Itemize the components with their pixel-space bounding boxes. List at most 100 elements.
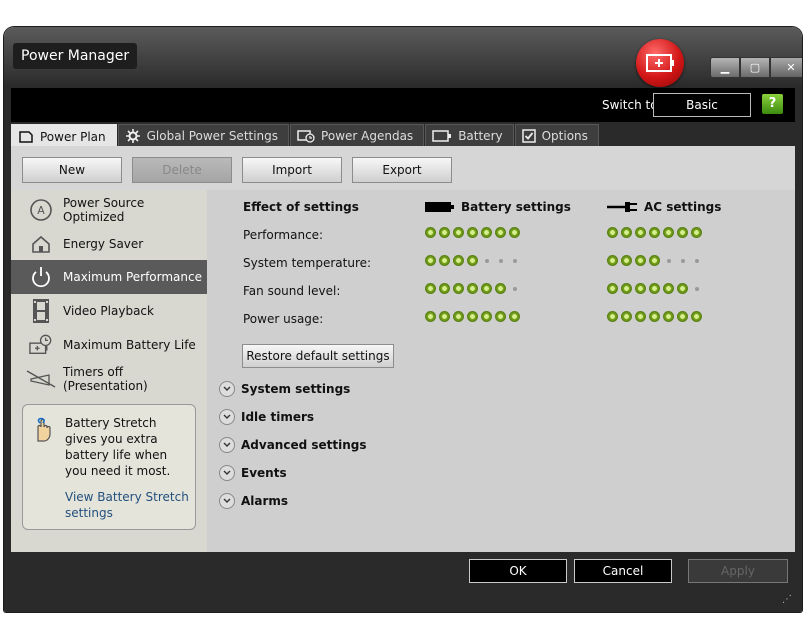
level-dot-filled: [481, 283, 492, 294]
level-dot-filled: [467, 283, 478, 294]
checkbox-icon: [521, 129, 536, 143]
plan-list: A Power Source Optimized Energy Saver Ma…: [11, 190, 207, 552]
ac-settings-header: AC settings: [607, 200, 721, 214]
level-dot-filled: [635, 227, 646, 238]
plan-label: Maximum Performance: [63, 270, 202, 284]
film-icon: [29, 299, 53, 323]
level-dot-filled: [495, 283, 506, 294]
resize-grip-icon[interactable]: ⋰: [782, 594, 792, 605]
level-dot-filled: [635, 283, 646, 294]
import-button[interactable]: Import: [242, 157, 342, 183]
plug-icon: [607, 202, 637, 212]
level-dot-filled: [663, 227, 674, 238]
level-dot-filled: [663, 311, 674, 322]
level-dot-filled: [439, 255, 450, 266]
level-dot-empty: [681, 258, 685, 263]
level-dot-filled: [509, 227, 520, 238]
battery-clock-icon: [29, 333, 53, 357]
performance-ac-meter: [607, 227, 705, 238]
section-events[interactable]: Events: [219, 463, 287, 483]
tab-power-agendas[interactable]: Power Agendas: [290, 124, 425, 147]
ac-settings-label: AC settings: [644, 200, 722, 214]
level-dot-filled: [453, 283, 464, 294]
section-alarms[interactable]: Alarms: [219, 491, 288, 511]
house-icon: [29, 232, 53, 256]
section-label: Events: [241, 466, 287, 480]
level-dot-empty: [667, 258, 671, 263]
apply-button[interactable]: Apply: [688, 559, 788, 583]
ok-button[interactable]: OK: [469, 559, 567, 583]
chevron-down-icon: [219, 493, 235, 509]
plan-item-timers-off[interactable]: Timers off (Presentation): [11, 362, 207, 396]
level-dot-filled: [635, 255, 646, 266]
section-label: Idle timers: [241, 410, 315, 424]
delete-button[interactable]: Delete: [132, 157, 232, 183]
tab-global-power-settings[interactable]: Global Power Settings: [117, 124, 290, 147]
level-dot-filled: [621, 255, 632, 266]
section-system-settings[interactable]: System settings: [219, 379, 350, 399]
window-controls: ▁ ▢ ✕: [710, 57, 802, 78]
plan-label: Video Playback: [63, 304, 154, 318]
level-dot-filled: [495, 311, 506, 322]
gear-icon: [125, 129, 140, 143]
plan-label: Maximum Battery Life: [63, 338, 196, 352]
level-dot-filled: [467, 255, 478, 266]
level-dot-filled: [607, 283, 618, 294]
plan-item-power-source-optimized[interactable]: A Power Source Optimized: [11, 193, 207, 227]
level-dot-filled: [509, 311, 520, 322]
tab-battery[interactable]: Battery: [425, 124, 514, 147]
level-dot-filled: [649, 255, 660, 266]
level-dot-filled: [677, 283, 688, 294]
tab-label: Options: [541, 129, 588, 143]
level-dot-filled: [453, 227, 464, 238]
minimize-button[interactable]: ▁: [710, 57, 740, 78]
battery-stretch-tip: Battery Stretch gives you extra battery …: [22, 404, 196, 530]
agenda-icon: [297, 130, 315, 143]
battery-stretch-link[interactable]: View Battery Stretch settings: [65, 489, 189, 521]
battery-plus-badge-icon: [636, 39, 684, 87]
level-dot-filled: [439, 227, 450, 238]
timer-off-icon: [25, 367, 57, 391]
chevron-down-icon: [219, 409, 235, 425]
plan-item-energy-saver[interactable]: Energy Saver: [11, 227, 207, 261]
tab-label: Power Agendas: [321, 129, 414, 143]
level-dot-empty: [695, 258, 699, 263]
level-dot-filled: [481, 311, 492, 322]
chevron-down-icon: [219, 437, 235, 453]
export-button[interactable]: Export: [352, 157, 452, 183]
level-dot-filled: [621, 283, 632, 294]
level-dot-empty: [485, 258, 489, 263]
performance-battery-meter: [425, 227, 523, 238]
section-advanced-settings[interactable]: Advanced settings: [219, 435, 367, 455]
level-dot-filled: [453, 311, 464, 322]
new-button[interactable]: New: [22, 157, 122, 183]
level-dot-filled: [439, 283, 450, 294]
level-dot-filled: [649, 311, 660, 322]
temperature-battery-meter: [425, 255, 523, 266]
section-idle-timers[interactable]: Idle timers: [219, 407, 314, 427]
level-dot-filled: [677, 227, 688, 238]
effect-header: Effect of settings: [243, 200, 359, 214]
maximize-button[interactable]: ▢: [740, 57, 770, 78]
level-dot-filled: [677, 311, 688, 322]
close-button[interactable]: ✕: [770, 57, 802, 78]
plan-item-maximum-performance[interactable]: Maximum Performance: [11, 260, 207, 294]
switch-basic-button[interactable]: Basic: [653, 93, 751, 117]
power-usage-ac-meter: [607, 311, 705, 322]
finger-string-icon: [31, 415, 57, 446]
restore-defaults-button[interactable]: Restore default settings: [242, 344, 394, 368]
level-dot-filled: [467, 227, 478, 238]
tab-options[interactable]: Options: [514, 124, 599, 147]
plan-item-maximum-battery-life[interactable]: Maximum Battery Life: [11, 328, 207, 362]
level-dot-filled: [467, 311, 478, 322]
plan-label: Energy Saver: [63, 237, 144, 251]
help-icon[interactable]: ?: [762, 94, 783, 114]
cancel-button[interactable]: Cancel: [574, 559, 672, 583]
toolbar: Switch to: Basic ?: [11, 88, 795, 122]
level-dot-filled: [663, 283, 674, 294]
power-icon: [29, 265, 53, 289]
auto-icon: A: [29, 198, 53, 222]
plan-item-video-playback[interactable]: Video Playback: [11, 294, 207, 328]
chevron-down-icon: [219, 381, 235, 397]
tab-power-plan[interactable]: Power Plan: [11, 124, 117, 148]
